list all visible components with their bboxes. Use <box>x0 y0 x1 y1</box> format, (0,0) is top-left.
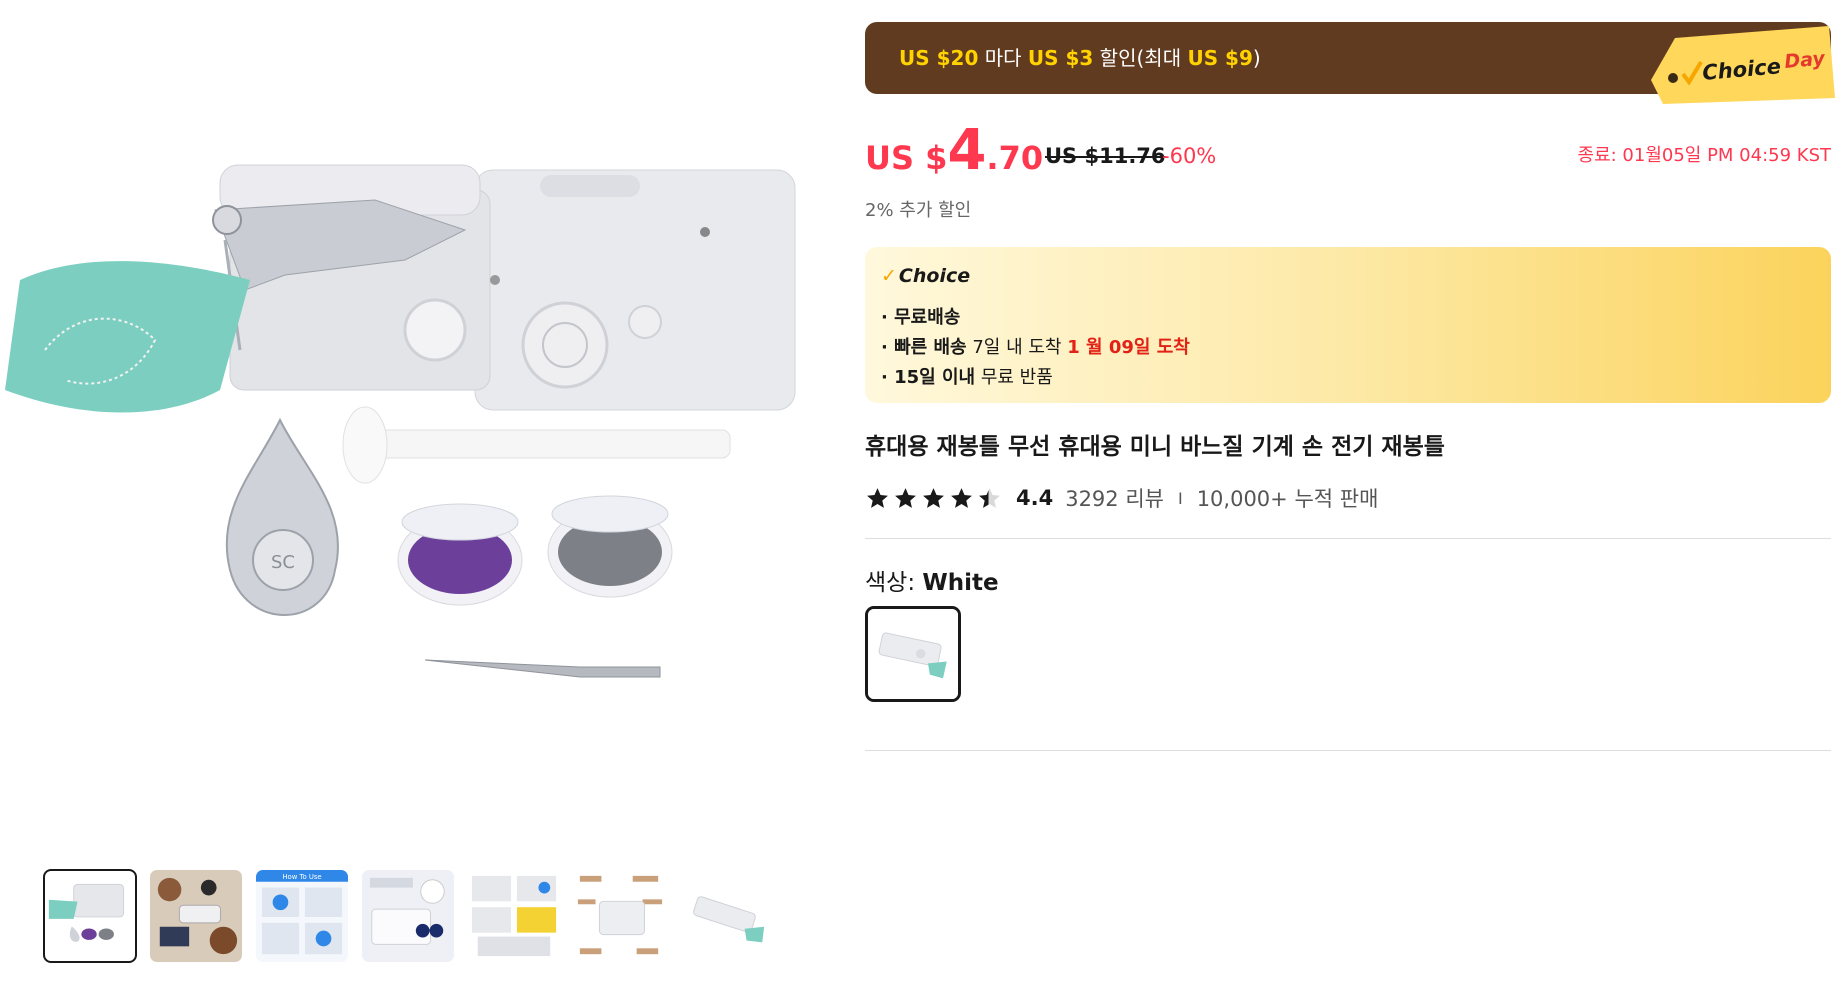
star-icon <box>895 487 916 508</box>
divider <box>865 750 1831 751</box>
product-title: 휴대용 재봉틀 무선 휴대용 미니 바느질 기계 손 전기 재봉틀 <box>865 434 1445 460</box>
sold-count: 10,000+ 누적 판매 <box>1196 487 1379 511</box>
divider <box>865 538 1831 539</box>
promo-banner[interactable]: US $20 마다 US $3 할인(최대 US $9) Choice Day <box>865 22 1835 104</box>
thumbnail-strip: How To Use <box>43 869 773 965</box>
thumbnail-7[interactable] <box>679 869 773 963</box>
thumbnail-4[interactable] <box>361 869 455 963</box>
thumbnail-3[interactable]: How To Use <box>255 869 349 963</box>
rating-value: 4.4 <box>1016 486 1054 510</box>
main-product-image[interactable]: SC <box>5 90 835 730</box>
free-return-benefit: · 15일 이내 무료 반품 <box>881 367 1053 388</box>
color-option-white[interactable] <box>865 606 961 702</box>
check-icon: ✓ <box>881 265 897 287</box>
thumbnail-6[interactable] <box>573 869 667 963</box>
price-row: US $4.70 US $11.76 -60% 종료: 01월05일 PM 04… <box>865 118 1831 184</box>
choice-logo: ✓ Choice <box>881 265 971 287</box>
rating-row: 4.4 3292 리뷰 I 10,000+ 누적 판매 <box>865 480 1378 516</box>
promo-text: US $20 마다 US $3 할인(최대 US $9) <box>899 46 1261 70</box>
thumbnail-5[interactable] <box>467 869 561 963</box>
star-icon <box>923 487 944 508</box>
extra-discount: 2% 추가 할인 <box>865 200 972 221</box>
review-count-link[interactable]: 3292 리뷰 <box>1065 483 1164 513</box>
svg-text:SC: SC <box>271 552 295 573</box>
thumbnail-2[interactable] <box>149 869 243 963</box>
fast-delivery-benefit: · 빠른 배송 7일 내 도착 1 월 09일 도착 <box>881 337 1190 358</box>
how-to-use-caption: How To Use <box>282 873 321 881</box>
original-price: US $11.76 <box>1045 144 1166 168</box>
separator: I <box>1177 488 1183 508</box>
color-label: 색상: White <box>865 570 999 596</box>
free-shipping-benefit: · 무료배송 <box>881 307 961 328</box>
half-star-icon <box>979 487 1000 508</box>
choice-day-tag-icon: Choice Day <box>1647 24 1837 106</box>
choice-benefits-box[interactable]: ✓ Choice · 무료배송 · 빠른 배송 7일 내 도착 1 월 09일 도… <box>865 247 1831 403</box>
star-icon <box>951 487 972 508</box>
discount-percent: -60% <box>1162 144 1217 168</box>
thumbnail-1[interactable] <box>43 869 137 963</box>
day-tag-text: Day <box>1784 47 1828 73</box>
sale-end-time: 종료: 01월05일 PM 04:59 KST <box>1577 145 1831 166</box>
current-price: US $4.70 <box>865 118 1044 183</box>
rating-stars[interactable] <box>865 486 1002 511</box>
star-icon <box>867 487 888 508</box>
